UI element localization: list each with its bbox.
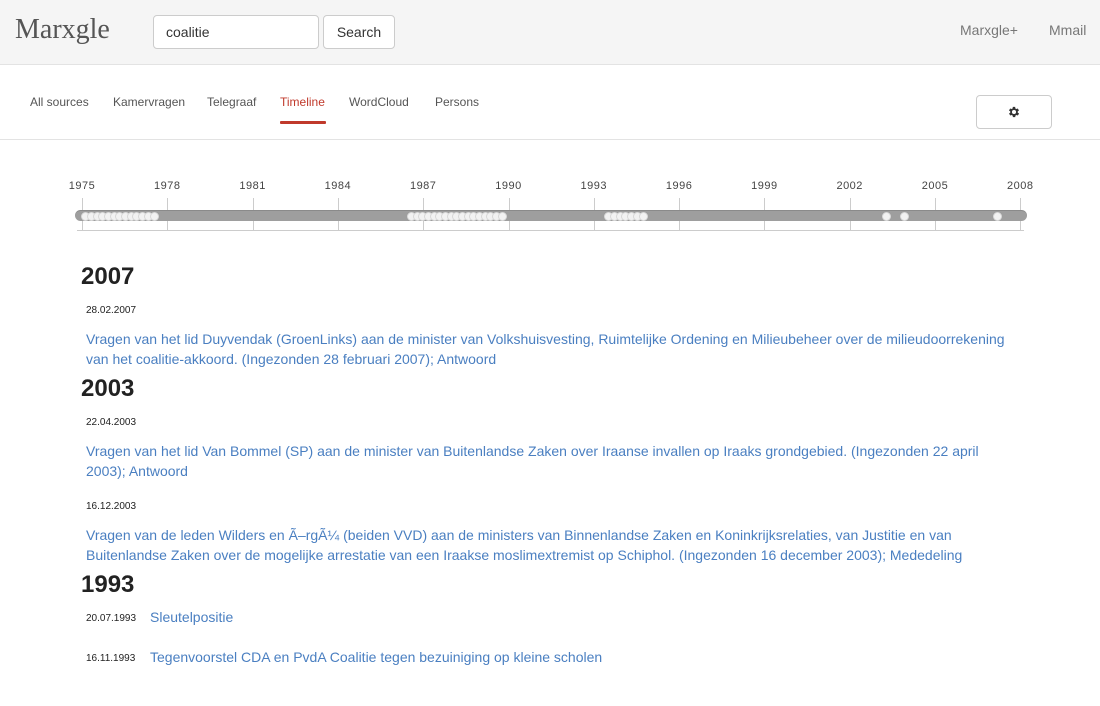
- timeline-track[interactable]: [75, 210, 1027, 221]
- result-date: 16.12.2003: [86, 501, 137, 512]
- timeline-year-label: 2005: [921, 180, 949, 192]
- result-date: 20.07.1993: [86, 613, 137, 624]
- result-link[interactable]: Tegenvoorstel CDA en PvdA Coalitie tegen…: [150, 649, 602, 665]
- year-heading: 1993: [81, 571, 135, 598]
- timeline-year-label: 1981: [239, 180, 266, 192]
- gear-icon: [1008, 106, 1020, 118]
- top-navbar: Marxgle Search Marxgle+ Mmail: [0, 0, 1100, 65]
- timeline-year-label: 1978: [154, 180, 181, 192]
- result-date: 16.11.1993: [86, 653, 136, 664]
- results-list: 2007 28.02.2007 Vragen van het lid Duyvend…: [0, 255, 1100, 706]
- result-date: 28.02.2007: [86, 305, 137, 316]
- logo[interactable]: Marxgle: [15, 14, 110, 46]
- timeline-year-label: 2008: [1007, 180, 1034, 192]
- tab-telegraaf[interactable]: Telegraaf: [207, 95, 256, 109]
- result-link[interactable]: Vragen van het lid Van Bommel (SP) aan d…: [86, 441, 1016, 481]
- settings-button[interactable]: [976, 95, 1052, 129]
- result-link[interactable]: Vragen van de leden Wilders en Ã–rgÃ¼ (b…: [86, 525, 1016, 565]
- search-button[interactable]: Search: [323, 15, 395, 49]
- timeline-year-label: 1996: [665, 180, 693, 192]
- timeline-year-label: 1999: [751, 180, 778, 192]
- timeline-marker[interactable]: [992, 212, 1002, 221]
- timeline-year-label: 2002: [836, 180, 863, 192]
- result-link[interactable]: Vragen van het lid Duyvendak (GroenLinks…: [86, 329, 1016, 369]
- source-tabs: All sources Kamervragen Telegraaf Timeli…: [0, 65, 1100, 140]
- timeline-marker[interactable]: [881, 212, 891, 221]
- timeline-year-label: 1975: [68, 180, 96, 192]
- tab-kamervragen[interactable]: Kamervragen: [113, 95, 185, 109]
- marxgle-plus-link[interactable]: Marxgle+: [960, 22, 1018, 38]
- timeline-year-label: 1984: [324, 180, 352, 192]
- search-input[interactable]: [153, 15, 319, 49]
- timeline-marker[interactable]: [497, 212, 507, 221]
- timeline-chart: 1975 1978 1981 1984 1987 1990 1993 1996 1999 2002…: [60, 170, 1040, 240]
- result-date: 22.04.2003: [86, 417, 137, 428]
- year-heading: 2003: [81, 375, 135, 402]
- timeline-year-label: 1993: [580, 180, 608, 192]
- timeline-marker[interactable]: [900, 212, 910, 221]
- timeline-year-label: 1990: [495, 180, 522, 192]
- timeline-axis: [77, 230, 1024, 231]
- mmail-link[interactable]: Mmail: [1049, 22, 1086, 38]
- active-tab-indicator: [280, 121, 326, 124]
- timeline-marker[interactable]: [638, 212, 648, 221]
- tab-all-sources[interactable]: All sources: [30, 95, 89, 109]
- timeline-year-label: 1987: [409, 180, 437, 192]
- tab-wordcloud[interactable]: WordCloud: [349, 95, 409, 109]
- year-heading: 2007: [81, 263, 135, 290]
- tab-timeline[interactable]: Timeline: [280, 95, 325, 109]
- timeline-marker[interactable]: [149, 212, 159, 221]
- tab-persons[interactable]: Persons: [435, 95, 479, 109]
- result-link[interactable]: Sleutelpositie: [150, 609, 233, 625]
